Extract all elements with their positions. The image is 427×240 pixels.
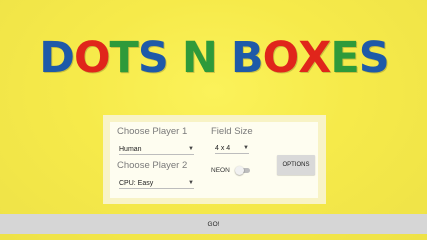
- field-size-label: Field Size: [211, 126, 253, 137]
- toggle-thumb: [235, 166, 244, 175]
- player2-label: Choose Player 2: [117, 160, 188, 171]
- title-letter: X: [298, 32, 331, 83]
- title-letter: O: [262, 32, 300, 83]
- field-size-value: 4 x 4: [215, 144, 231, 152]
- player1-select[interactable]: Human ▼: [119, 144, 194, 155]
- game-title: D O T S N B O X E S: [4, 33, 424, 83]
- title-letter: B: [230, 32, 264, 83]
- title-letter: N: [181, 32, 218, 83]
- title-letter: S: [137, 32, 169, 83]
- caret-down-icon: ▼: [188, 146, 194, 152]
- neon-label: NEON: [211, 167, 230, 174]
- neon-toggle[interactable]: [235, 166, 251, 175]
- player1-label: Choose Player 1: [117, 126, 188, 137]
- options-button[interactable]: OPTIONS: [277, 155, 315, 175]
- settings-panel-inner: Choose Player 1 Human ▼ Choose Player 2 …: [110, 122, 318, 198]
- title-letter: D: [39, 32, 75, 83]
- player2-select[interactable]: CPU: Easy ▼: [119, 178, 194, 189]
- field-size-select[interactable]: 4 x 4 ▼: [215, 143, 249, 154]
- player2-value: CPU: Easy: [119, 179, 154, 187]
- settings-panel: Choose Player 1 Human ▼ Choose Player 2 …: [103, 115, 326, 204]
- title-letter: T: [109, 32, 139, 83]
- title-letter: S: [358, 32, 390, 83]
- go-button[interactable]: GO!: [0, 214, 427, 234]
- title-letter: O: [73, 32, 111, 83]
- player1-value: Human: [119, 145, 142, 153]
- caret-down-icon: ▼: [188, 180, 194, 186]
- caret-down-icon: ▼: [243, 145, 249, 151]
- title-letter: E: [330, 32, 359, 83]
